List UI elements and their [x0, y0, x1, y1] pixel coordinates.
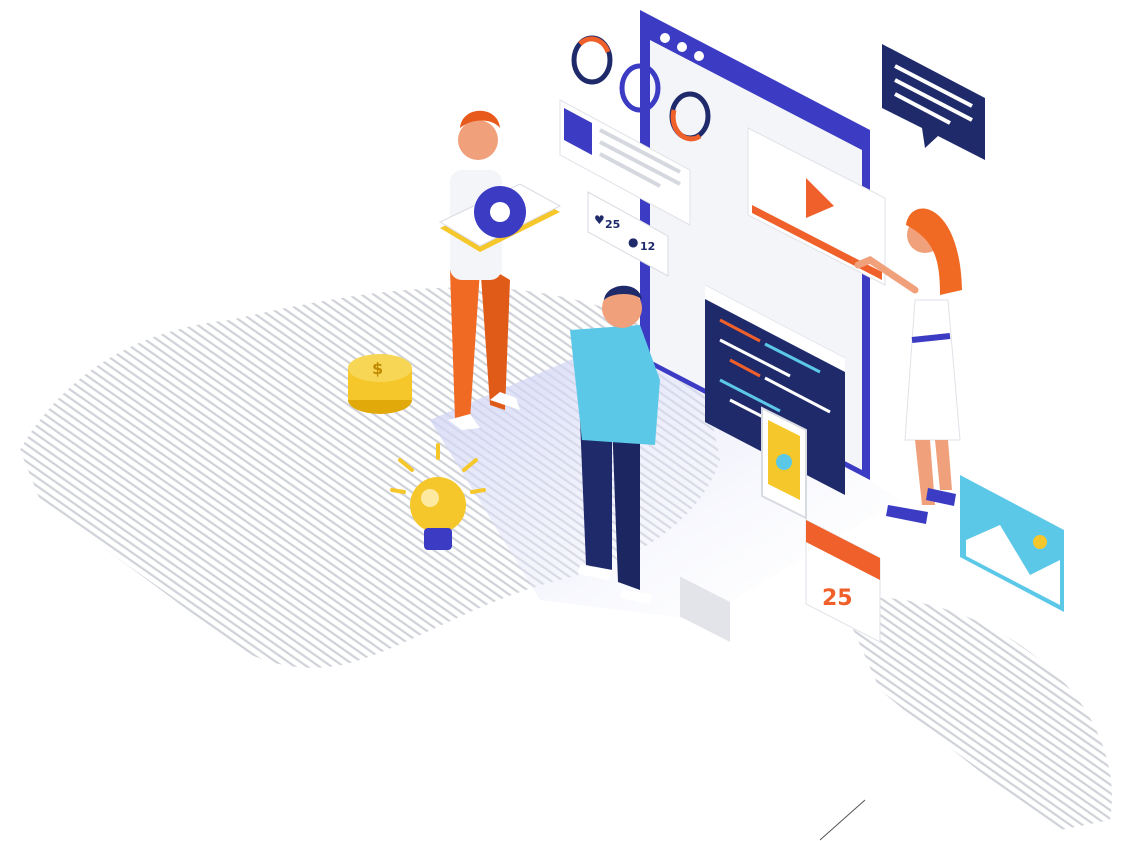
coin-symbol: $ — [372, 359, 383, 378]
window-dot — [660, 33, 670, 43]
decorative-line — [819, 799, 866, 841]
image-icon — [960, 475, 1064, 612]
window-dot — [677, 42, 687, 52]
dollar-coin-icon: $ — [348, 354, 412, 414]
comment-icon: ● — [628, 235, 638, 249]
comments-count: 12 — [640, 240, 655, 253]
gear-icon — [474, 186, 526, 238]
calendar-icon: 25 — [805, 519, 881, 643]
isometric-illustration: ♥ 25 ● 12 25 $ — [20, 10, 1112, 841]
likes-count: 25 — [605, 218, 620, 231]
calendar-day: 25 — [822, 586, 853, 611]
chat-bubble-icon — [882, 44, 985, 160]
window-dot — [694, 51, 704, 61]
heart-icon: ♥ — [594, 213, 605, 227]
